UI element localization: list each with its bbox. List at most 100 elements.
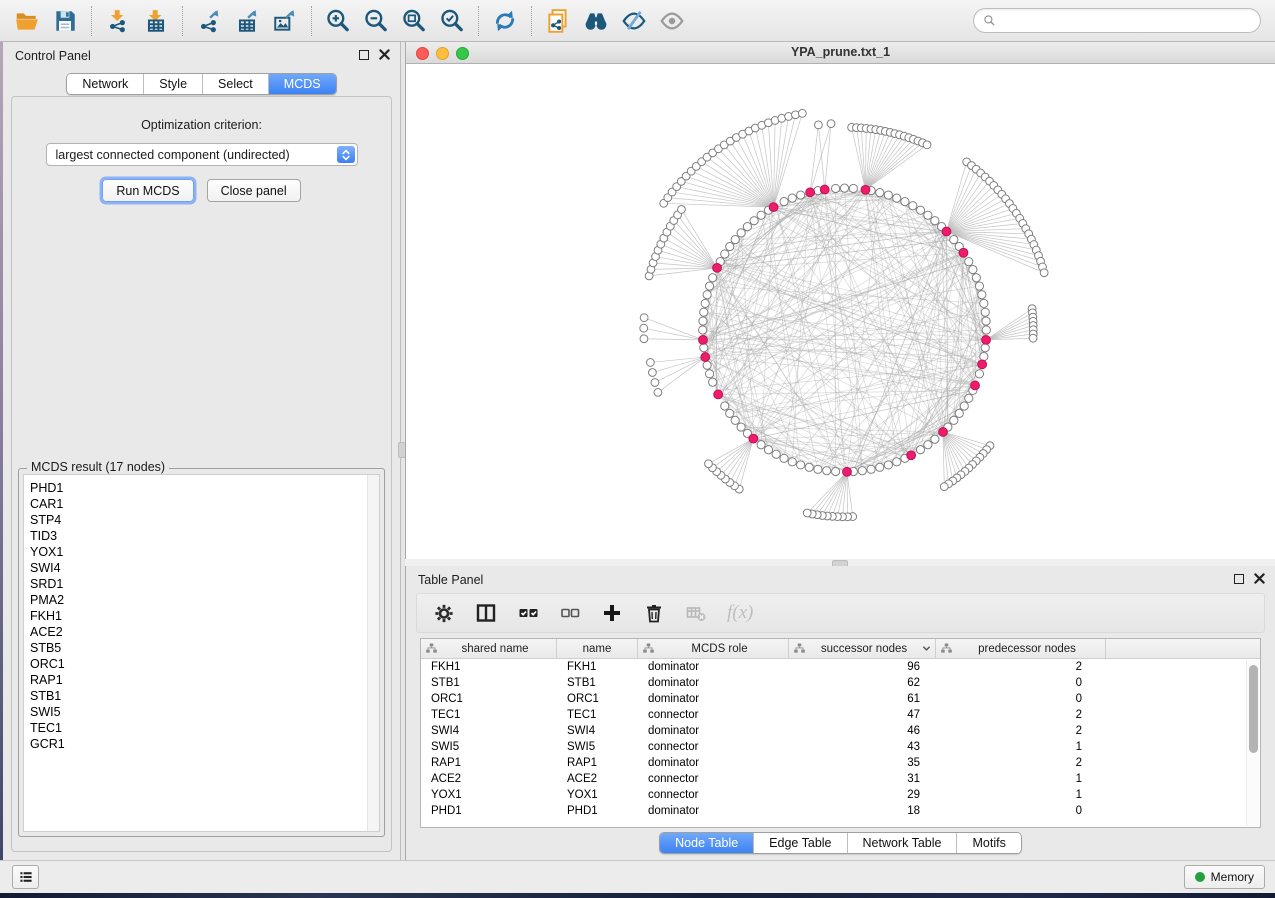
mcds-result-node[interactable]: PHD1 [24,480,379,496]
import-table-from-file-button[interactable] [137,4,175,38]
column-header-shared-name[interactable]: shared name [421,639,557,658]
node-attribute-icon [642,642,655,655]
mcds-result-node[interactable]: SWI4 [24,560,379,576]
table-row[interactable]: STB1STB1dominator620 [421,675,1260,691]
mcds-result-node[interactable]: STP4 [24,512,379,528]
export-table-button[interactable] [228,4,266,38]
mcds-result-node[interactable]: SWI5 [24,704,379,720]
close-panel-button[interactable]: Close panel [207,179,301,202]
select-all-rows-button[interactable] [517,602,539,624]
mcds-result-node[interactable]: RAP1 [24,672,379,688]
node-table[interactable]: shared namenameMCDS rolesuccessor nodes p… [420,638,1261,828]
import-table-from-file-icon [143,8,169,34]
search-input[interactable] [1002,13,1251,29]
import-network-from-file-button[interactable] [99,4,137,38]
new-network-from-selection-button[interactable] [539,4,577,38]
tab-style[interactable]: Style [144,74,203,94]
mcds-result-group: MCDS result (17 nodes) PHD1CAR1STP4TID3Y… [18,468,385,837]
mcds-result-node[interactable]: YOX1 [24,544,379,560]
network-search-box[interactable] [973,8,1261,33]
table-mode-gear-button[interactable] [433,602,455,624]
mcds-result-node[interactable]: CAR1 [24,496,379,512]
memory-button[interactable]: Memory [1184,865,1265,889]
create-column-button[interactable] [601,602,623,624]
hide-selection-button[interactable] [615,4,653,38]
column-label: predecessor nodes [953,643,1101,655]
table-cell: SWI5 [421,739,557,755]
export-network-button[interactable] [190,4,228,38]
table-row[interactable]: YOX1YOX1connector291 [421,787,1260,803]
run-mcds-button[interactable]: Run MCDS [102,179,193,202]
show-all-button[interactable] [653,4,691,38]
float-table-panel-icon[interactable] [1234,574,1244,584]
float-panel-icon[interactable] [359,50,369,60]
table-tab-network-table[interactable]: Network Table [848,833,958,853]
mcds-result-title: MCDS result (17 nodes) [27,460,169,474]
tab-network[interactable]: Network [67,74,144,94]
mcds-result-node[interactable]: ORC1 [24,656,379,672]
table-tab-edge-table[interactable]: Edge Table [754,833,847,853]
node-attribute-icon [940,642,953,655]
open-file-button[interactable] [8,4,46,38]
horizontal-splitter[interactable] [405,559,1275,566]
sort-descending-icon [922,645,931,652]
zoom-selected-button[interactable] [433,4,471,38]
table-row[interactable]: RAP1RAP1dominator352 [421,755,1260,771]
table-scrollbar[interactable] [1246,660,1259,826]
network-window-titlebar[interactable]: YPA_prune.txt_1 [406,42,1275,64]
close-panel-icon[interactable] [379,49,390,60]
table-cell: 43 [789,739,936,755]
delete-columns-button[interactable] [643,602,665,624]
import-network-from-file-icon [105,8,131,34]
mcds-result-node[interactable]: GCR1 [24,736,379,752]
node-attribute-icon [793,642,806,655]
table-row[interactable]: TEC1TEC1connector472 [421,707,1260,723]
table-cell: ORC1 [421,691,557,707]
column-header-name[interactable]: name [557,639,638,658]
tab-select[interactable]: Select [203,74,269,94]
mcds-result-node[interactable]: TEC1 [24,720,379,736]
mcds-list-scrollbar[interactable] [367,475,379,831]
optimization-criterion-label: Optimization criterion: [12,118,391,132]
deselect-all-rows-button[interactable] [559,602,581,624]
mcds-result-node[interactable]: SRD1 [24,576,379,592]
zoom-in-button[interactable] [319,4,357,38]
mcds-result-node[interactable]: FKH1 [24,608,379,624]
show-hide-columns-button[interactable] [475,602,497,624]
network-graph[interactable] [406,65,1275,559]
save-session-button[interactable] [46,4,84,38]
close-table-panel-icon[interactable] [1254,573,1265,584]
mcds-result-node[interactable]: TID3 [24,528,379,544]
table-row[interactable]: ACE2ACE2connector311 [421,771,1260,787]
table-cell: STB1 [557,675,638,691]
table-row[interactable]: FKH1FKH1dominator962 [421,659,1260,675]
column-header-predecessor-nodes[interactable]: predecessor nodes [936,639,1106,658]
table-scrollbar-thumb[interactable] [1249,665,1258,753]
network-graph-canvas[interactable] [406,65,1275,559]
mcds-result-list[interactable]: PHD1CAR1STP4TID3YOX1SWI4SRD1PMA2FKH1ACE2… [23,474,380,832]
mcds-result-node[interactable]: ACE2 [24,624,379,640]
table-row[interactable]: ORC1ORC1dominator610 [421,691,1260,707]
column-header-MCDS-role[interactable]: MCDS role [638,639,789,658]
show-panels-list-button[interactable] [12,865,39,889]
table-row[interactable]: SWI4SWI4dominator462 [421,723,1260,739]
table-row[interactable]: PHD1PHD1dominator180 [421,803,1260,819]
zoom-fit-content-button[interactable] [395,4,433,38]
mcds-result-node[interactable]: PMA2 [24,592,379,608]
table-tab-motifs[interactable]: Motifs [957,833,1020,853]
mcds-tab-content: Optimization criterion: largest connecte… [11,96,392,852]
mcds-result-node[interactable]: STB5 [24,640,379,656]
table-cell: ACE2 [421,771,557,787]
table-row[interactable]: SWI5SWI5connector431 [421,739,1260,755]
column-header-successor-nodes[interactable]: successor nodes [789,639,936,658]
mcds-result-node[interactable]: STB1 [24,688,379,704]
zoom-out-button[interactable] [357,4,395,38]
optimization-criterion-select[interactable]: largest connected component (undirected) [46,143,358,166]
refresh-view-button[interactable] [486,4,524,38]
select-all-rows-icon [517,602,539,624]
first-neighbors-button[interactable] [577,4,615,38]
table-cell: SWI5 [557,739,638,755]
export-image-button[interactable] [266,4,304,38]
table-tab-node-table[interactable]: Node Table [660,833,754,853]
tab-mcds[interactable]: MCDS [269,74,336,94]
